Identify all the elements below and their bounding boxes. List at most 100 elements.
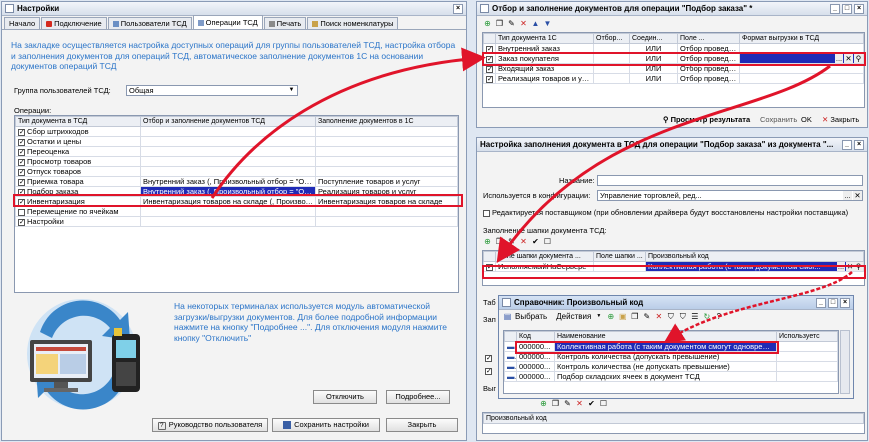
row-checkbox[interactable]: ✓ (486, 263, 493, 271)
col-header-field-2[interactable]: Поле шапки ... (593, 251, 646, 262)
ellipsis-button[interactable]: ... (843, 191, 852, 200)
table-row[interactable]: ✓ Просмотр товаров (15, 156, 458, 167)
col-custom-code-bottom[interactable]: Произвольный код (483, 413, 864, 424)
col-field[interactable]: Поле ... (677, 33, 740, 44)
col-header-field[interactable]: Поле шапки документа ... (495, 251, 594, 262)
search-icon[interactable]: ⚲ (854, 54, 863, 63)
edit-icon[interactable]: ✎ (507, 237, 516, 246)
add-folder-icon[interactable]: ▣ (618, 312, 627, 321)
disable-button[interactable]: Отключить (313, 390, 377, 404)
save-settings-button[interactable]: Сохранить настройки (272, 418, 380, 432)
search-icon[interactable]: ⚲ (854, 262, 863, 271)
close-link[interactable]: ✕ Закрыть (822, 115, 859, 124)
table-row[interactable]: ✓ Реализация товаров и услуг ИЛИ Отбор пров… (483, 73, 864, 84)
name-field[interactable] (597, 175, 863, 186)
checkbox[interactable] (483, 209, 490, 217)
minimize-icon[interactable]: _ (842, 139, 852, 150)
row-checkbox[interactable]: ✓ (18, 178, 25, 186)
close-icon[interactable]: × (854, 3, 864, 14)
row-checkbox[interactable] (18, 208, 25, 216)
table-row[interactable]: ✓ Входящий заказ ИЛИ Отбор проведе... (483, 63, 864, 74)
select-icon[interactable]: ▤ (503, 312, 512, 321)
table-row[interactable]: ✓ Переоценка (15, 146, 458, 157)
filter-icon[interactable]: ⛉ (666, 312, 675, 321)
ok-link[interactable]: OK (801, 115, 812, 124)
copy-icon[interactable]: ❐ (495, 19, 504, 28)
col-used[interactable]: Используетс (776, 331, 838, 342)
row-checkbox[interactable]: ✓ (486, 45, 493, 53)
delete-icon[interactable]: ✕ (575, 399, 584, 408)
edit-icon[interactable]: ✎ (507, 19, 516, 28)
help-icon[interactable]: ? (714, 312, 723, 321)
table-row-selected[interactable]: ✓ Заказ покупателя ИЛИ Отбор проведе...... ✕… (483, 53, 864, 64)
tab-start[interactable]: Начало (4, 17, 41, 29)
tab-operations[interactable]: Операции ТСД (192, 15, 263, 29)
ellipsis-button[interactable]: ... (837, 262, 845, 271)
table-row[interactable]: ✓ Приемка товара Внутренний заказ (, Произ… (15, 176, 458, 187)
row-checkbox[interactable]: ✓ (18, 168, 25, 176)
close-icon[interactable]: × (453, 3, 463, 14)
table-row-selected[interactable]: ✓ ИсполняемыйНаСервере Коллективная работа… (483, 261, 864, 272)
add-icon[interactable]: ⊕ (539, 399, 548, 408)
manual-button[interactable]: ? Руководство пользователя (152, 418, 268, 432)
save-link[interactable]: Сохранить (760, 115, 797, 124)
tab-search[interactable]: Поиск номенклатуры (307, 17, 399, 29)
row-checkbox[interactable]: ✓ (18, 138, 25, 146)
table-row[interactable]: ✓ Инвентаризация Инвентаризация товаров на… (15, 196, 458, 207)
move-up-icon[interactable]: ▲ (531, 19, 540, 28)
col-name[interactable]: Наименование (554, 331, 777, 342)
add-icon[interactable]: ⊕ (606, 312, 615, 321)
group-select[interactable]: Общая ▼ (126, 85, 298, 96)
filter-off-icon[interactable]: ⛉ (678, 312, 687, 321)
table-row[interactable]: ✓ Внутренний заказ ИЛИ Отбор проведе... (483, 43, 864, 54)
copy-icon[interactable]: ❐ (495, 237, 504, 246)
preview-link[interactable]: ⚲ Просмотр результата (663, 115, 750, 124)
col-filter[interactable]: Отбор и заполнение документов ТСД (140, 116, 316, 127)
row-checkbox[interactable]: ✓ (18, 158, 25, 166)
copy-icon[interactable]: ❐ (630, 312, 639, 321)
table-row[interactable]: ✓ Сбор штрихкодов (15, 126, 458, 137)
close-icon[interactable]: × (854, 139, 864, 150)
table-row[interactable]: ✓ Отпуск товаров (15, 166, 458, 177)
add-icon[interactable]: ⊕ (483, 237, 492, 246)
col-code[interactable]: Код (516, 331, 555, 342)
table-row[interactable]: ▬ 000000... Подбор складских ячеек в докум… (504, 371, 838, 382)
close-icon[interactable]: × (840, 297, 850, 308)
actions-menu[interactable]: Действия (556, 312, 591, 321)
edit-icon[interactable]: ✎ (642, 312, 651, 321)
edit-icon[interactable]: ✎ (563, 399, 572, 408)
table-row-selected[interactable]: ✓ Подбор заказа Внутренний заказ (, Произв… (15, 186, 458, 197)
tab-users[interactable]: Пользователи ТСД (107, 17, 192, 29)
supplier-edit-checkbox[interactable]: Редактируется поставщиком (при обновлени… (483, 208, 848, 217)
table-row[interactable]: ✓ Остатки и цены (15, 136, 458, 147)
ellipsis-button[interactable]: ... (835, 54, 843, 63)
hierarchy-icon[interactable]: ☰ (690, 312, 699, 321)
col-fill[interactable]: Заполнение документов в 1С (315, 116, 458, 127)
row-checkbox[interactable]: ✓ (18, 188, 25, 196)
row-checkbox[interactable]: ✓ (18, 198, 25, 206)
chevron-down-icon[interactable]: ▼ (287, 86, 296, 95)
row-checkbox[interactable]: ✓ (18, 218, 25, 226)
clear-icon[interactable]: ✕ (853, 191, 862, 200)
move-down-icon[interactable]: ▼ (543, 19, 552, 28)
minimize-icon[interactable]: _ (830, 3, 840, 14)
add-icon[interactable]: ⊕ (483, 19, 492, 28)
col-export-format[interactable]: Формат выгрузки в ТСД (739, 33, 864, 44)
more-button[interactable]: Подробнее... (386, 390, 450, 404)
table-row[interactable]: ▬ 000000... Контроль количества (допускать… (504, 351, 838, 362)
col-doc-type[interactable]: Тип документа в ТСД (15, 116, 141, 127)
table-row-selected[interactable]: ▬ 000000... Коллективная работа (с таким д… (504, 341, 838, 352)
chevron-down-icon[interactable]: ▼ (594, 312, 603, 321)
maximize-icon[interactable]: □ (842, 3, 852, 14)
close-button[interactable]: Закрыть (386, 418, 458, 432)
vertical-scrollbar[interactable] (840, 330, 850, 394)
col-custom-code[interactable]: Произвольный код (645, 251, 864, 262)
uncheck-all-icon[interactable]: ☐ (543, 237, 552, 246)
row-checkbox[interactable]: ✓ (18, 128, 25, 136)
table-row[interactable]: Перемещение по ячейкам (15, 206, 458, 217)
row-checkbox[interactable]: ✓ (486, 55, 493, 63)
table-row[interactable]: ▬ 000000... Контроль количества (не допуск… (504, 361, 838, 372)
clear-icon[interactable]: ✕ (844, 54, 853, 63)
config-field[interactable]: Управление торговлей, ред...... ✕ (597, 190, 863, 201)
check-all-icon[interactable]: ✔ (531, 237, 540, 246)
